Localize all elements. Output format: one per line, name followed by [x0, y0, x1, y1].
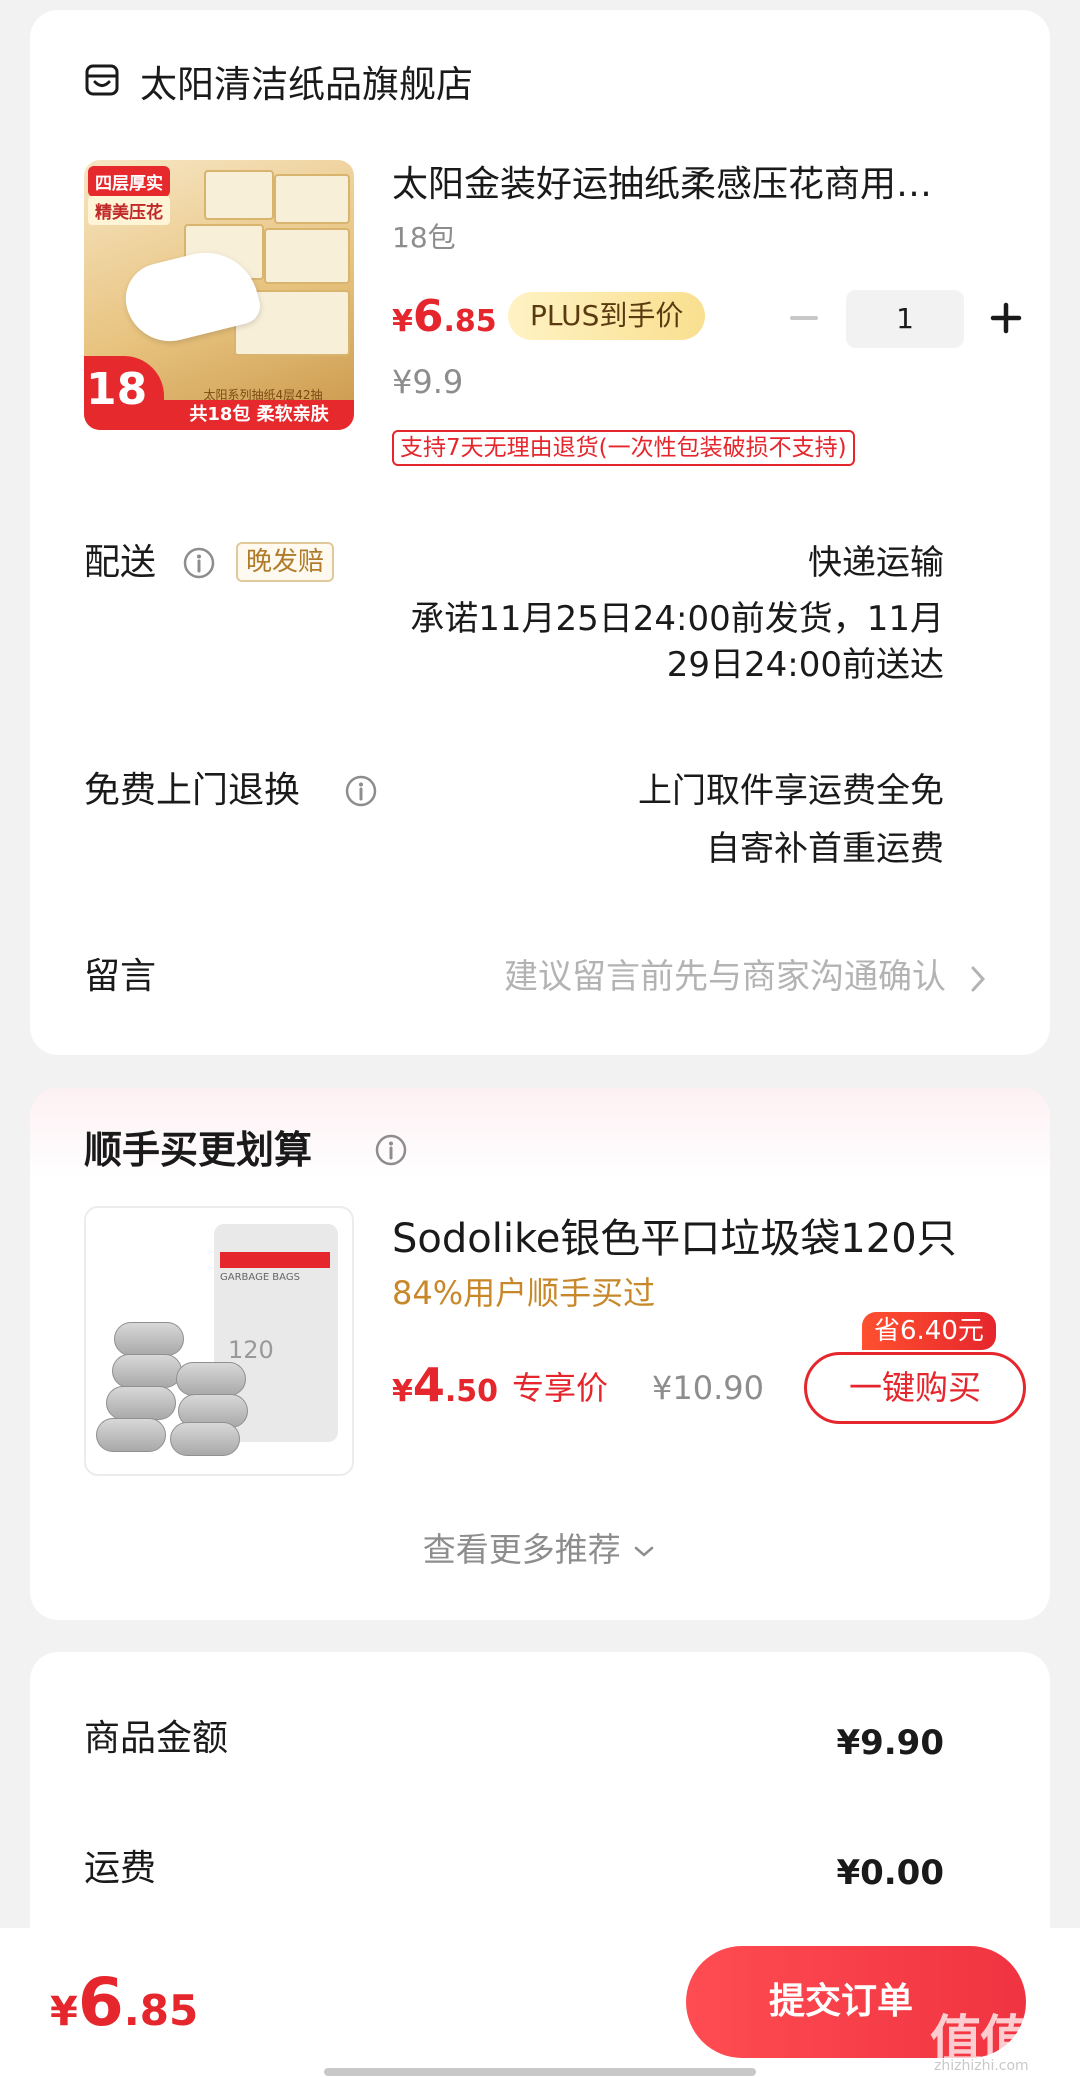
pack-count-badge: 18包: [84, 356, 164, 430]
plus-icon[interactable]: [988, 300, 1024, 336]
return-service-label: 免费上门退换: [84, 770, 301, 811]
see-more-link[interactable]: 查看更多推荐: [0, 1528, 1080, 1572]
product-price: ¥6.85: [392, 291, 497, 342]
image-banner: 共18包 柔软亲肤: [164, 400, 354, 430]
total-price: ¥6.85: [50, 1964, 199, 2041]
checkout-bar: ¥6.85 提交订单 值值值 zhizhizhi.com: [0, 1928, 1080, 2077]
upsell-original-price: ¥10.90: [652, 1369, 764, 1407]
info-icon[interactable]: [344, 774, 378, 808]
info-icon[interactable]: [182, 546, 216, 580]
order-card: 太阳清洁纸品旗舰店 四层厚实 精美压花 18包 太阳系列抽纸4层42抽 共18包…: [30, 10, 1050, 1055]
roll-shape: [112, 1354, 182, 1388]
image-tag: 精美压花: [88, 196, 170, 225]
shipping-value: ¥0.00: [836, 1853, 944, 1893]
delivery-method[interactable]: 快递运输: [808, 540, 944, 586]
one-click-buy-button[interactable]: 一键购买: [804, 1352, 1026, 1424]
image-tag: 四层厚实: [88, 166, 170, 197]
chevron-right-icon[interactable]: [964, 962, 992, 996]
delivery-label: 配送: [84, 542, 157, 583]
goods-amount-value: ¥9.90: [836, 1723, 944, 1763]
delivery-promise: 29日24:00前送达: [666, 645, 944, 685]
save-badge: 省6.40元: [862, 1312, 996, 1350]
roll-shape: [114, 1322, 184, 1356]
image-box: [274, 174, 350, 224]
package-label: GARBAGE BAGS: [220, 1272, 300, 1283]
chevron-down-icon: [635, 1546, 654, 1557]
upsell-price: ¥4.50: [392, 1358, 499, 1412]
minus-icon[interactable]: [786, 300, 822, 336]
info-icon[interactable]: [374, 1133, 408, 1167]
delivery-promise: 承诺11月25日24:00前发货，11月: [410, 599, 944, 639]
late-compensation-tag: 晚发赔: [236, 542, 335, 582]
store-name[interactable]: 太阳清洁纸品旗舰店: [140, 62, 473, 108]
store-icon: [85, 64, 119, 96]
return-policy-tag: 支持7天无理由退货(一次性包装破损不支持): [392, 430, 855, 466]
return-service-pickup: 上门取件享运费全免: [638, 771, 944, 811]
product-image[interactable]: 四层厚实 精美压花 18包 太阳系列抽纸4层42抽 共18包 柔软亲肤: [84, 160, 354, 430]
home-indicator[interactable]: [324, 2068, 756, 2076]
plus-price-tag: PLUS到手价: [508, 292, 706, 340]
upsell-image[interactable]: GARBAGE BAGS 120: [84, 1206, 354, 1476]
quantity-input[interactable]: 1: [846, 290, 964, 348]
product-title[interactable]: 太阳金装好运抽纸柔感压花商用…: [392, 162, 988, 208]
image-box: [204, 170, 274, 220]
shipping-label: 运费: [84, 1848, 157, 1889]
package-band: [220, 1252, 330, 1268]
original-price: ¥9.9: [392, 363, 464, 401]
return-service-self: 自寄补首重运费: [706, 829, 944, 869]
upsell-social-proof: 84%用户顺手买过: [392, 1274, 656, 1312]
watermark-url: zhizhizhi.com: [934, 2058, 1029, 2074]
upsell-price-label: 专享价: [512, 1369, 609, 1407]
roll-shape: [176, 1362, 246, 1396]
product-spec[interactable]: 18包: [392, 220, 456, 256]
see-more-label: 查看更多推荐: [422, 1530, 621, 1569]
upsell-title: 顺手买更划算: [84, 1128, 313, 1172]
message-label: 留言: [84, 956, 157, 997]
image-box: [264, 228, 350, 284]
package-count: 120: [228, 1336, 274, 1364]
message-input[interactable]: 建议留言前先与商家沟通确认: [504, 954, 946, 1000]
upsell-name[interactable]: Sodolike银色平口垃圾袋120只: [392, 1214, 957, 1264]
roll-shape: [170, 1422, 240, 1456]
roll-shape: [96, 1418, 166, 1452]
goods-amount-label: 商品金额: [84, 1718, 229, 1759]
roll-shape: [106, 1386, 176, 1420]
